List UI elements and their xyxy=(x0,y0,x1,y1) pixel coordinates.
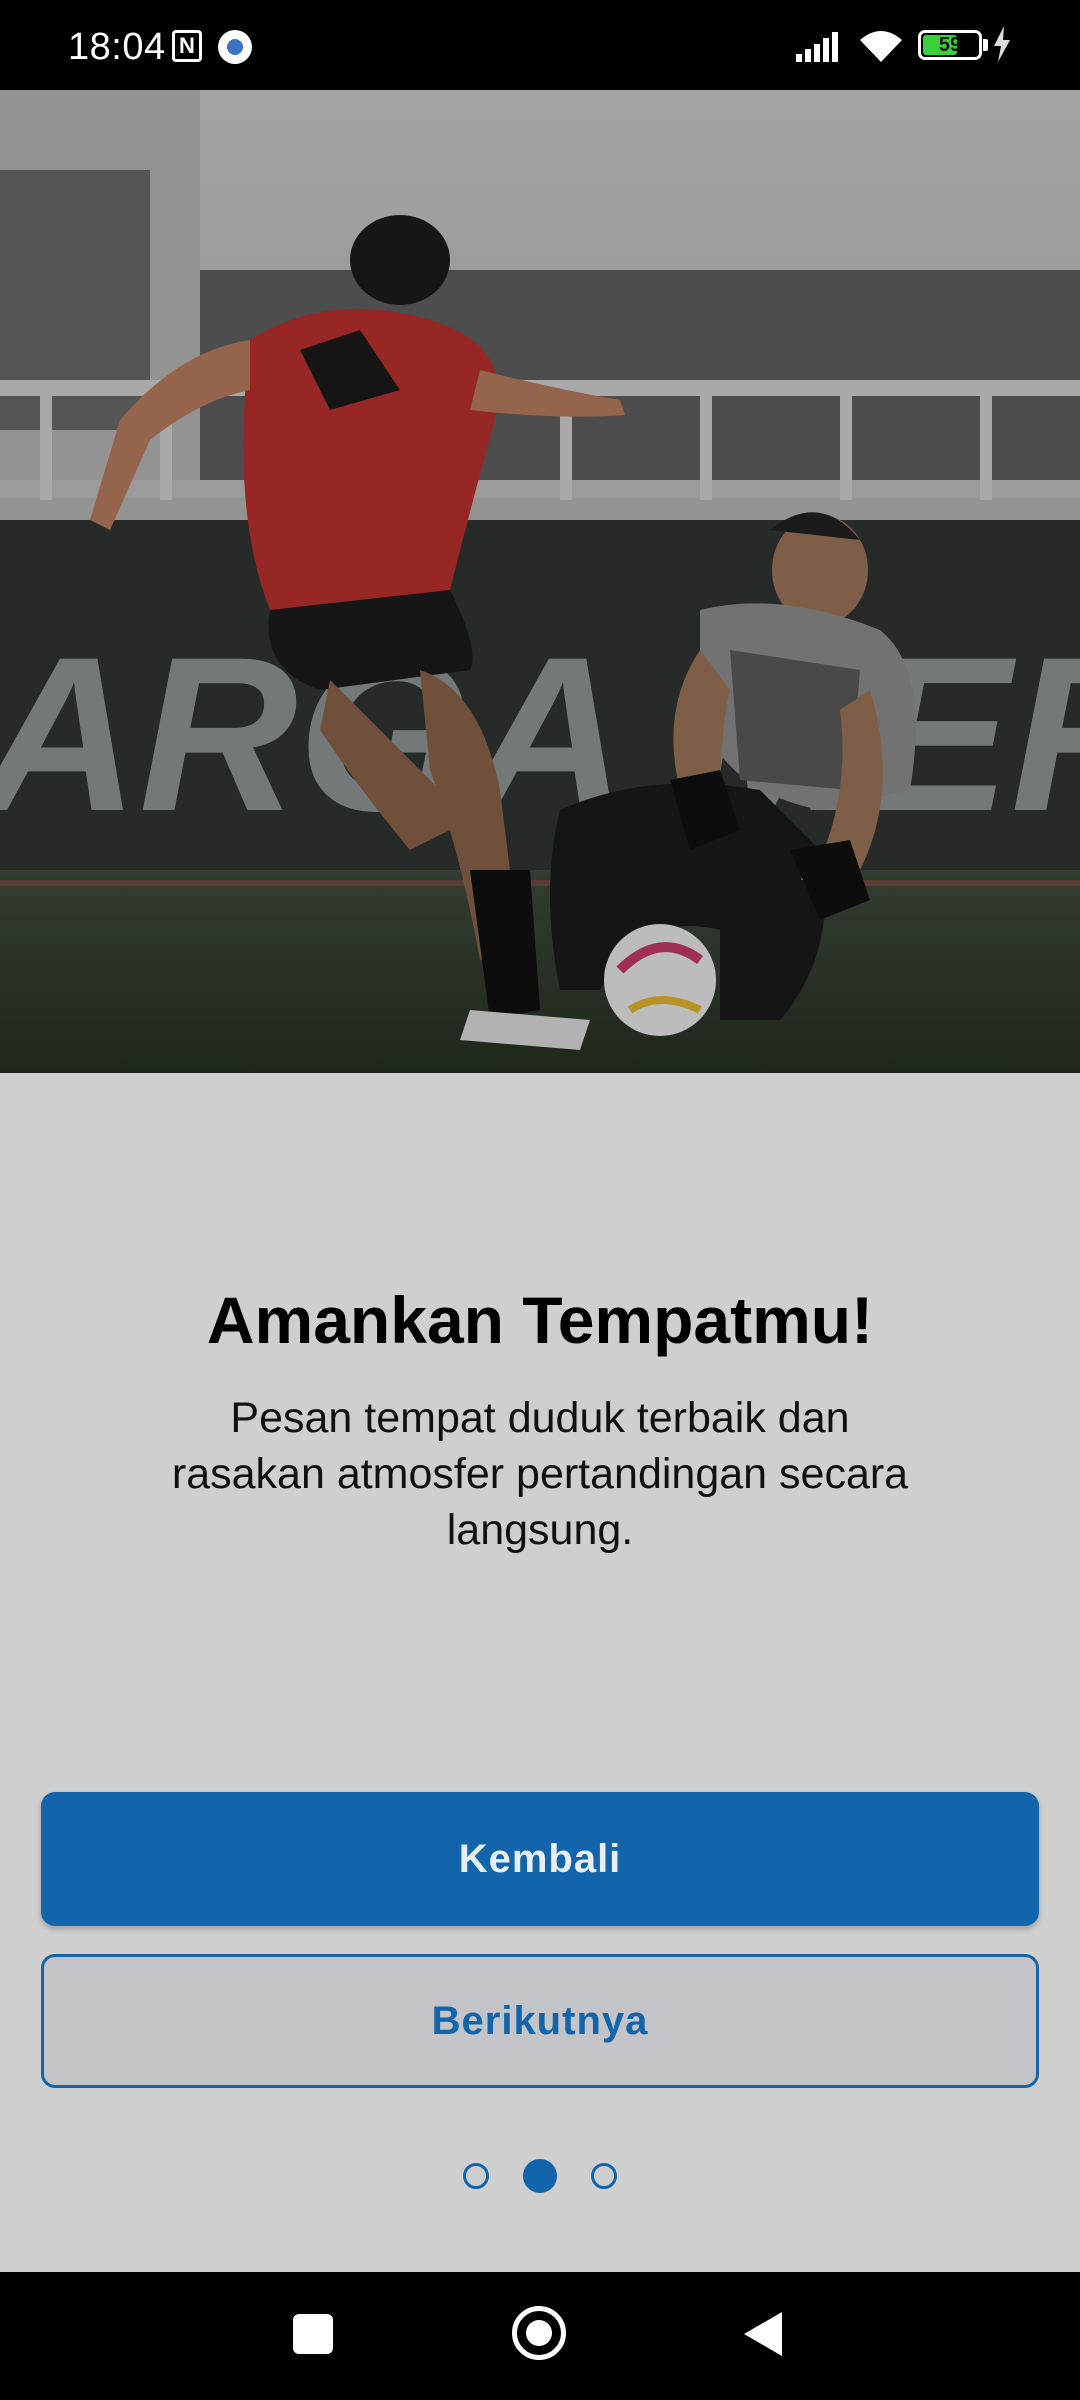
battery-level: 59 xyxy=(938,34,962,56)
signal-icon xyxy=(796,32,838,62)
home-icon[interactable] xyxy=(512,2306,566,2360)
page-dot[interactable] xyxy=(463,2163,489,2189)
wifi-icon xyxy=(860,31,902,62)
back-button[interactable]: Kembali xyxy=(41,1792,1039,1926)
onboarding-description: Pesan tempat duduk terbaik dan rasakan a… xyxy=(171,1394,909,1554)
nfc-icon: N xyxy=(172,30,202,62)
page-indicator xyxy=(0,2159,1080,2199)
hero-image: ARGA MERAK 26 xyxy=(0,90,1080,1073)
page-dot[interactable] xyxy=(591,2163,617,2189)
recents-icon[interactable] xyxy=(293,2314,333,2354)
status-time: 18:04 xyxy=(68,26,166,68)
charging-icon xyxy=(994,26,1010,62)
next-button[interactable]: Berikutnya xyxy=(41,1954,1039,2088)
battery-icon: 59 xyxy=(918,30,982,60)
onboarding-title: Amankan Tempatmu! xyxy=(206,1283,874,1357)
app-notification-icon xyxy=(218,30,252,64)
status-bar: 18:04 N 59 xyxy=(0,0,1080,90)
system-nav-bar xyxy=(0,2272,1080,2400)
back-icon[interactable] xyxy=(744,2312,782,2356)
page-dot-active[interactable] xyxy=(523,2159,557,2193)
